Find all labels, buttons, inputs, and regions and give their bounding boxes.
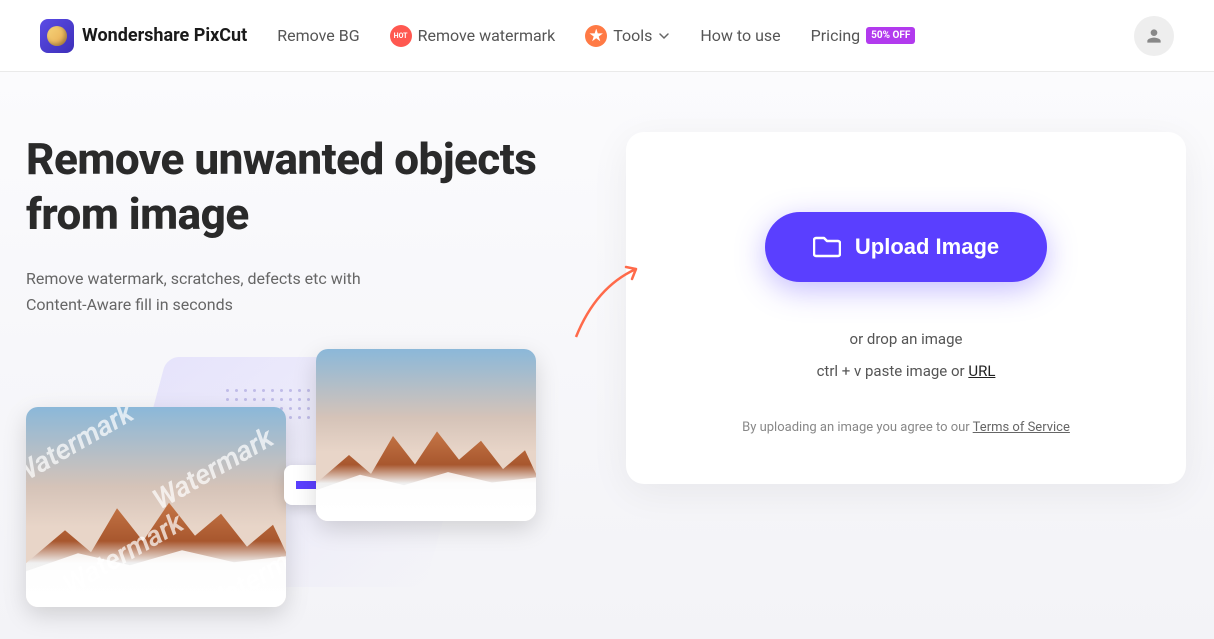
tos-link[interactable]: Terms of Service [973,420,1070,435]
drop-hint: or drop an image [676,330,1136,348]
curved-arrow-icon [566,257,656,347]
app-header: Wondershare PixCut Remove BG HOT Remove … [0,0,1214,72]
hero-title: Remove unwanted objects from image [26,132,586,242]
folder-icon [813,235,841,259]
user-avatar[interactable] [1134,16,1174,56]
nav-label: Remove BG [277,26,359,45]
upload-image-button[interactable]: Upload Image [765,212,1047,282]
nav-label: Tools [613,26,652,45]
discount-badge: 50% OFF [866,27,915,44]
upload-panel: Upload Image or drop an image ctrl + v p… [626,132,1186,639]
hero-subtitle: Remove watermark, scratches, defects etc… [26,266,406,317]
new-badge-icon [585,25,607,47]
upload-card[interactable]: Upload Image or drop an image ctrl + v p… [626,132,1186,484]
brand-name: Wondershare PixCut [82,25,247,46]
nav-remove-bg[interactable]: Remove BG [277,26,359,45]
chevron-down-icon [658,30,670,42]
nav-how-to-use[interactable]: How to use [700,26,780,45]
logo[interactable]: Wondershare PixCut [40,19,247,53]
main-nav: Remove BG HOT Remove watermark Tools How… [277,25,1134,47]
before-after-illustration: Watermark Watermark Watermark Watermark [26,357,586,617]
hero-section: Remove unwanted objects from image Remov… [26,132,586,639]
nav-tools[interactable]: Tools [585,25,670,47]
url-link[interactable]: URL [968,362,995,380]
main-content: Remove unwanted objects from image Remov… [0,72,1214,639]
before-image: Watermark Watermark Watermark Watermark [26,407,286,607]
tos-text: By uploading an image you agree to our T… [676,420,1136,435]
hot-badge-icon: HOT [390,25,412,47]
nav-label: Pricing [811,26,861,45]
nav-remove-watermark[interactable]: HOT Remove watermark [390,25,556,47]
paste-hint: ctrl + v paste image or URL [676,362,1136,380]
after-image [316,349,536,521]
nav-pricing[interactable]: Pricing 50% OFF [811,26,916,45]
logo-icon [40,19,74,53]
nav-label: How to use [700,26,780,45]
upload-button-label: Upload Image [855,234,999,260]
nav-label: Remove watermark [418,26,556,45]
user-icon [1144,26,1164,46]
